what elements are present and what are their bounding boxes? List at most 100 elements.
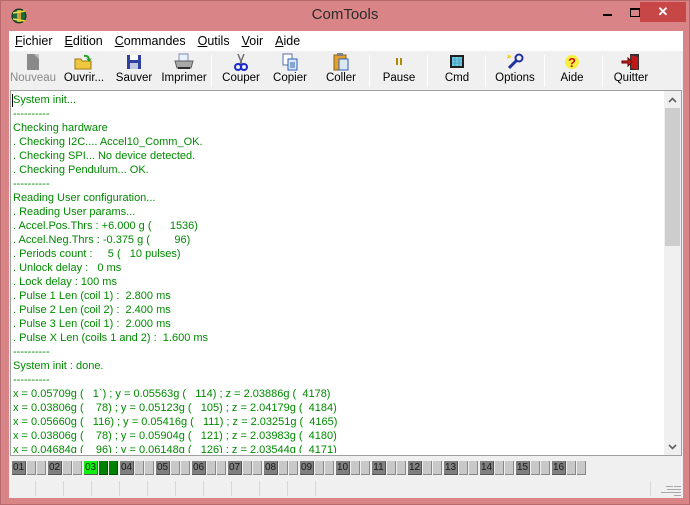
menu-commandes[interactable]: Commandes: [109, 31, 192, 51]
options-button[interactable]: Options: [493, 53, 537, 87]
status-pane: [148, 481, 176, 496]
nouveau-label: Nouveau: [9, 72, 57, 84]
channel-02[interactable]: 02: [48, 461, 82, 475]
channel-16[interactable]: 16: [552, 461, 586, 475]
cmd-label: Cmd: [444, 72, 470, 84]
imprimer-button[interactable]: Imprimer: [161, 53, 207, 87]
ouvrir-label: Ouvrir...: [63, 72, 105, 84]
menu-voir[interactable]: Voir: [236, 31, 270, 51]
toolbar-separator: [427, 55, 428, 87]
quitter-button[interactable]: Quitter: [611, 53, 651, 87]
channel-led: [63, 461, 72, 475]
channel-11[interactable]: 11: [372, 461, 406, 475]
channel-05[interactable]: 05: [156, 461, 190, 475]
menu-label: ide: [283, 34, 301, 48]
paste-clipboard-icon: [333, 53, 349, 71]
exit-door-icon: [621, 54, 639, 70]
channel-label: 11: [372, 461, 386, 475]
couper-label: Couper: [222, 72, 260, 84]
channel-led: [109, 461, 118, 475]
channel-led: [459, 461, 468, 475]
coller-button[interactable]: Coller: [323, 53, 359, 87]
menu-edition[interactable]: Edition: [59, 31, 109, 51]
channel-led: [577, 461, 586, 475]
channel-14[interactable]: 14: [480, 461, 514, 475]
channel-label: 07: [228, 461, 242, 475]
pause-label: Pause: [382, 72, 416, 84]
channel-led: [567, 461, 576, 475]
log-line: Checking hardware: [13, 122, 108, 134]
log-line: x = 0.05709g ( 1`) ; y = 0.05563g ( 114)…: [13, 388, 331, 400]
status-pane: [288, 481, 316, 496]
menu-aide[interactable]: Aide: [269, 31, 306, 51]
toolbar-separator: [485, 55, 486, 87]
log-line: x = 0.05660g ( 116) ; y = 0.05416g ( 111…: [13, 416, 338, 428]
channel-07[interactable]: 07: [228, 461, 262, 475]
channel-10[interactable]: 10: [336, 461, 370, 475]
vertical-scrollbar[interactable]: [664, 91, 681, 455]
sauver-button[interactable]: Sauver: [113, 53, 155, 87]
channel-led: [27, 461, 36, 475]
nouveau-button[interactable]: Nouveau: [9, 53, 57, 87]
channel-led: [279, 461, 288, 475]
menu-label: utils: [207, 34, 230, 48]
status-pane: [204, 481, 232, 496]
menu-outils[interactable]: Outils: [192, 31, 236, 51]
aide-button[interactable]: ? Aide: [555, 53, 589, 87]
log-line: . Accel.Neg.Thrs : -0.375 g ( 96): [13, 234, 191, 246]
log-line: ----------: [13, 346, 50, 358]
scroll-thumb[interactable]: [665, 108, 680, 246]
menu-accel: F: [15, 34, 23, 48]
channel-06[interactable]: 06: [192, 461, 226, 475]
client-area: Fichier Edition Commandes Outils Voir Ai…: [9, 31, 683, 498]
status-pane: [232, 481, 260, 496]
channel-04[interactable]: 04: [120, 461, 154, 475]
channel-label: 03: [84, 461, 98, 475]
toolbar-separator: [602, 55, 603, 87]
cmd-button[interactable]: Cmd: [437, 53, 477, 87]
printer-icon: [174, 53, 194, 69]
imprimer-label: Imprimer: [161, 72, 207, 84]
channel-led: [171, 461, 180, 475]
resize-grip-icon[interactable]: [661, 486, 681, 496]
channel-09[interactable]: 09: [300, 461, 334, 475]
log-content: System init... ---------- Checking hardwar…: [13, 93, 663, 453]
channel-label: 13: [444, 461, 458, 475]
svg-text:?: ?: [568, 55, 576, 70]
channel-01[interactable]: 01: [12, 461, 46, 475]
couper-button[interactable]: Couper: [219, 53, 263, 87]
scroll-up-button[interactable]: [664, 91, 681, 108]
coller-label: Coller: [325, 72, 357, 84]
copier-label: Copier: [273, 72, 307, 84]
channel-label: 15: [516, 461, 530, 475]
wrench-icon: [506, 53, 524, 70]
log-output-textarea[interactable]: System init... ---------- Checking hardwar…: [10, 90, 682, 456]
channel-03[interactable]: 03: [84, 461, 118, 475]
pause-button[interactable]: Pause: [377, 53, 421, 87]
channel-led: [325, 461, 334, 475]
log-line: . Checking SPI... No device detected.: [13, 150, 196, 162]
scroll-down-button[interactable]: [664, 438, 681, 455]
channel-15[interactable]: 15: [516, 461, 550, 475]
channel-label: 16: [552, 461, 566, 475]
toolbar-separator: [211, 55, 212, 87]
channel-label: 02: [48, 461, 62, 475]
menu-label: dition: [72, 34, 103, 48]
log-line: . Periods count : 5 ( 10 pulses): [13, 248, 181, 260]
menu-fichier[interactable]: Fichier: [9, 31, 59, 51]
log-line: Reading User configuration...: [13, 192, 156, 204]
channel-led: [423, 461, 432, 475]
toolbar: Nouveau Ouvrir... Sauver Imprimer Couper: [9, 51, 683, 89]
channel-13[interactable]: 13: [444, 461, 478, 475]
pause-icon: [396, 58, 402, 65]
ouvrir-button[interactable]: Ouvrir...: [61, 53, 107, 87]
channel-led: [37, 461, 46, 475]
title-bar[interactable]: ComTools ✕: [1, 1, 689, 31]
channel-led: [253, 461, 262, 475]
channel-08[interactable]: 08: [264, 461, 298, 475]
copier-button[interactable]: Copier: [271, 53, 309, 87]
minimize-button[interactable]: [594, 2, 620, 22]
channel-label: 04: [120, 461, 134, 475]
close-button[interactable]: ✕: [640, 2, 686, 22]
channel-12[interactable]: 12: [408, 461, 442, 475]
